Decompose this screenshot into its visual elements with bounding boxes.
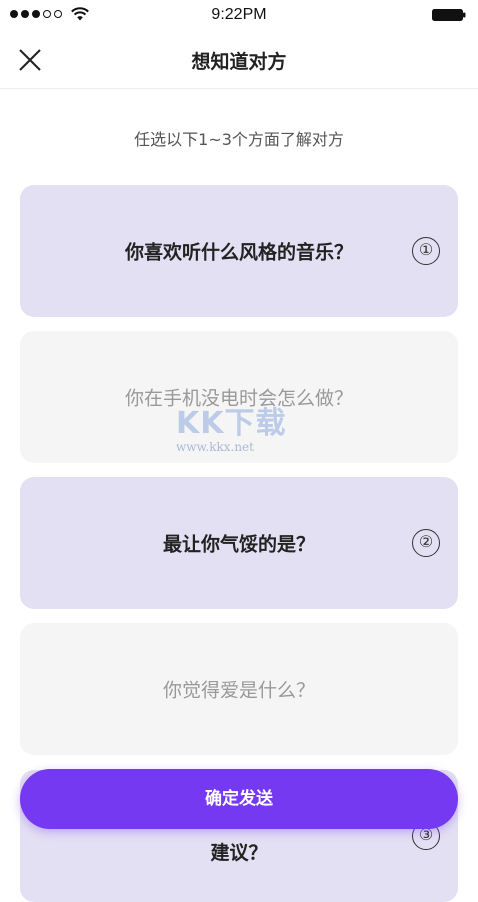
selection-order-badge: ① bbox=[412, 237, 440, 265]
nav-bar: 想知道对方 bbox=[0, 30, 478, 89]
question-text: 最让你气馁的是？ bbox=[162, 533, 315, 556]
question-card[interactable]: 你觉得爱是什么？ bbox=[20, 623, 458, 755]
status-time: 9:22PM bbox=[211, 6, 267, 23]
question-text: 你觉得爱是什么？ bbox=[162, 679, 315, 702]
question-text: 你喜欢听什么风格的音乐？ bbox=[124, 241, 353, 264]
status-bar: 9:22PM bbox=[0, 0, 478, 30]
page-title: 想知道对方 bbox=[191, 51, 287, 73]
question-text: 你在手机没电时会怎么做？ bbox=[124, 387, 353, 410]
question-card[interactable]: 你喜欢听什么风格的音乐？ ① bbox=[20, 185, 458, 317]
question-card[interactable]: 你在手机没电时会怎么做？ bbox=[20, 331, 458, 463]
question-text: 建议？ bbox=[210, 842, 268, 864]
instruction-text: 任选以下1~3个方面了解对方 bbox=[134, 130, 344, 149]
selection-order-badge: ② bbox=[412, 529, 440, 557]
question-card[interactable]: 最让你气馁的是？ ② bbox=[20, 477, 458, 609]
battery-icon bbox=[432, 9, 466, 21]
confirm-send-button[interactable]: 确定发送 bbox=[20, 769, 458, 829]
